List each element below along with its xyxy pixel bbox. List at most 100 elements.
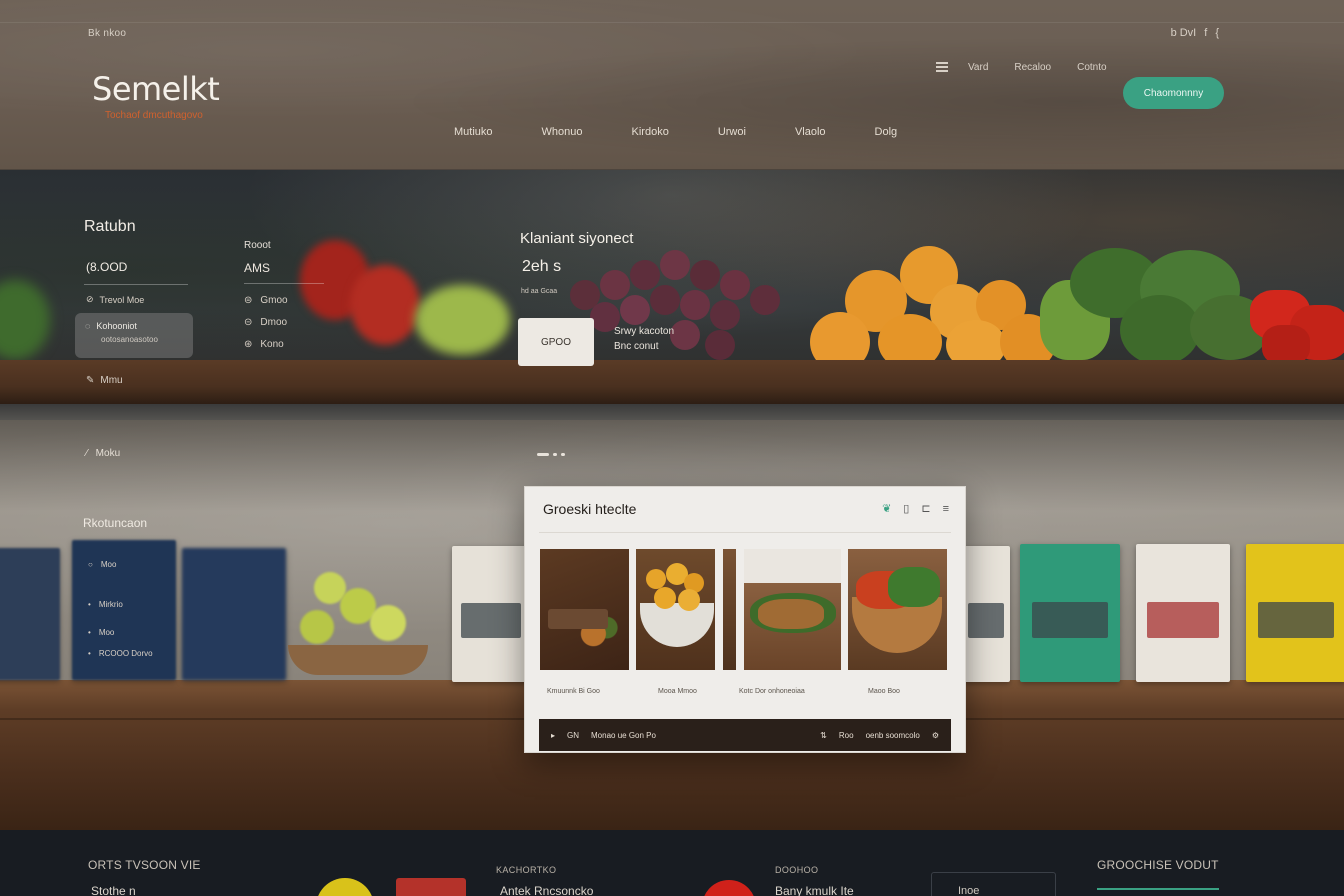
- carousel-dot[interactable]: [553, 453, 557, 456]
- folder-icon[interactable]: ⊏: [921, 502, 930, 515]
- hero-col2-row-3[interactable]: ⊛ Kono: [244, 339, 324, 350]
- hero-side-row-1[interactable]: ⊘ Trevol Moe: [86, 294, 144, 305]
- lemon-4: [300, 610, 334, 644]
- nav-item-3[interactable]: Kirdoko: [632, 126, 669, 138]
- bookmark-icon[interactable]: ▯: [903, 502, 909, 515]
- carousel-dot-active[interactable]: [537, 453, 549, 456]
- produce-lime-blur: [415, 285, 510, 355]
- hero-note-line-2: Bnc conut: [614, 341, 659, 352]
- hero-side-row-2[interactable]: ✎ Mmu: [86, 375, 123, 386]
- site-header: Bk nkoo b DvI f { Semelkt Tochaof dmcuth…: [0, 0, 1344, 170]
- hero-col2-row-2[interactable]: ⊝ Dmoo: [244, 317, 324, 328]
- hero-subtitle: 2eh s: [522, 258, 562, 275]
- footer-accent-line: [1097, 888, 1219, 890]
- section-list-row-4[interactable]: • RCOOO Dorvo: [88, 649, 153, 658]
- recipe-card[interactable]: Groeski hteclte ❦ ▯ ⊏ ≡ Kmuunnk Bi Goo M…: [524, 486, 966, 753]
- settings-icon[interactable]: ⚙: [932, 731, 939, 740]
- carousel-dot[interactable]: [561, 453, 565, 456]
- bullet-icon: •: [88, 628, 91, 637]
- footer-lemon-image: [316, 878, 374, 896]
- shelf-box-7: [1136, 544, 1230, 682]
- top-left-label[interactable]: Bk nkoo: [88, 28, 126, 39]
- footer-col1-title: ORTS TVSOON VIE: [88, 858, 201, 872]
- recipe-tile-2[interactable]: [636, 549, 715, 670]
- menu-icon[interactable]: ≡: [943, 503, 949, 515]
- top-link-2[interactable]: Recaloo: [1014, 62, 1051, 73]
- util-link-2[interactable]: f: [1204, 27, 1207, 39]
- nav-item-6[interactable]: Dolg: [875, 126, 898, 138]
- recipe-tile-5[interactable]: [848, 549, 947, 670]
- recipe-caption-4: Maoo Boo: [868, 688, 900, 695]
- header-top-rule: [0, 22, 1344, 23]
- cta-button[interactable]: Chaomonnny: [1123, 77, 1224, 109]
- leaf-icon[interactable]: ❦: [882, 502, 891, 515]
- lemon-3: [370, 605, 406, 641]
- site-footer: ORTS TVSOON VIE Stothe n KACHORTKO Antek…: [0, 830, 1344, 896]
- play-icon[interactable]: ▸: [551, 731, 555, 740]
- menu-icon[interactable]: [936, 62, 948, 72]
- hero-col2-divider: [244, 283, 324, 284]
- section-list-row-3[interactable]: • Moo: [88, 628, 114, 637]
- footer-left-label-2[interactable]: Monao ue Gon Po: [591, 731, 656, 740]
- footer-col3-line[interactable]: Bany kmulk Ite: [775, 884, 854, 896]
- shelf-box-6: [1020, 544, 1120, 682]
- leaf-icon: ⊝: [244, 317, 253, 328]
- util-link-3[interactable]: {: [1215, 27, 1219, 39]
- shelf-box-5: [962, 546, 1010, 682]
- hero-side-divider: [84, 284, 188, 285]
- share-icon[interactable]: ⇅: [820, 731, 827, 740]
- hero-col2-row-1[interactable]: ⊜ Gmoo: [244, 295, 324, 306]
- section-list-row-1[interactable]: ○ Moo: [88, 560, 116, 569]
- chat-icon: ◌: [85, 321, 91, 331]
- bullet-icon: ○: [88, 560, 93, 569]
- footer-right-label-1[interactable]: Roo: [839, 731, 854, 740]
- nav-item-4[interactable]: Urwoi: [718, 126, 746, 138]
- shelf-box-4: [452, 546, 530, 682]
- leaf-icon: ⊜: [244, 295, 253, 306]
- footer-col3-title: DOOHOO: [775, 865, 819, 875]
- hero-button[interactable]: GPOO: [518, 318, 594, 366]
- hero-side-card-title: Kohooniot: [96, 321, 137, 331]
- recipe-tile-3[interactable]: [723, 549, 736, 670]
- footer-col2-line[interactable]: Antek Rncsoncko: [500, 884, 593, 896]
- recipe-tile-4[interactable]: [744, 549, 841, 670]
- carousel-dots: [537, 453, 565, 456]
- footer-box-label: Inoe: [958, 885, 980, 896]
- hero-shelf-edge: [0, 404, 1344, 420]
- footer-input-box[interactable]: Inoe: [931, 872, 1056, 896]
- produce-oranges: [790, 240, 1060, 372]
- footer-left-label-1[interactable]: GN: [567, 731, 579, 740]
- footer-col2-title: KACHORTKO: [496, 865, 557, 875]
- hero-col2-row-label-2: Dmoo: [260, 317, 288, 328]
- hero-side-title: Ratubn: [84, 218, 136, 235]
- nav-item-2[interactable]: Whonuo: [542, 126, 583, 138]
- produce-tomato-blur-2: [350, 265, 420, 345]
- recipe-card-footer: ▸ GN Monao ue Gon Po ⇅ Roo oenb soomcolo…: [539, 719, 951, 751]
- section-list-label-1: Moo: [100, 560, 117, 569]
- nav-item-1[interactable]: Mutiuko: [454, 126, 493, 138]
- recipe-tile-1[interactable]: [540, 549, 629, 670]
- hero-banner: Ratubn (8.OOD ⊘ Trevol Moe ◌ Kohooniot o…: [0, 170, 1344, 420]
- section-heading: Rkotuncaon: [83, 516, 148, 530]
- hero-side-price: (8.OOD: [86, 260, 128, 274]
- section-list-label-4: RCOOO Dorvo: [98, 649, 153, 658]
- top-links: Vard Recaloo Cotnto: [968, 62, 1107, 73]
- section-list-row-2[interactable]: • Mirkrio: [88, 600, 123, 609]
- arrow-icon: ⁄: [86, 448, 88, 459]
- footer-col4-title: GROOCHISE VODUT: [1097, 858, 1219, 872]
- hero-side-card[interactable]: ◌ Kohooniot ootosanoasotoo: [75, 313, 193, 358]
- bullet-icon: •: [88, 649, 91, 658]
- recipe-card-divider: [539, 532, 951, 533]
- top-link-1[interactable]: Vard: [968, 62, 988, 73]
- footer-right-label-2[interactable]: oenb soomcolo: [866, 731, 920, 740]
- top-link-3[interactable]: Cotnto: [1077, 62, 1106, 73]
- shelf-box-3: [182, 548, 286, 680]
- section-link[interactable]: ⁄ Moku: [86, 448, 120, 459]
- nav-item-5[interactable]: Vlaolo: [795, 126, 826, 138]
- site-logo[interactable]: Semelkt: [92, 70, 220, 108]
- produce-broccoli: [1030, 240, 1280, 370]
- footer-col1-line[interactable]: Stothe n: [91, 884, 136, 896]
- hero-side-card-subtitle: ootosanoasotoo: [101, 335, 158, 344]
- recipe-card-actions: ❦ ▯ ⊏ ≡: [882, 502, 949, 516]
- util-link-1[interactable]: b DvI: [1171, 27, 1197, 39]
